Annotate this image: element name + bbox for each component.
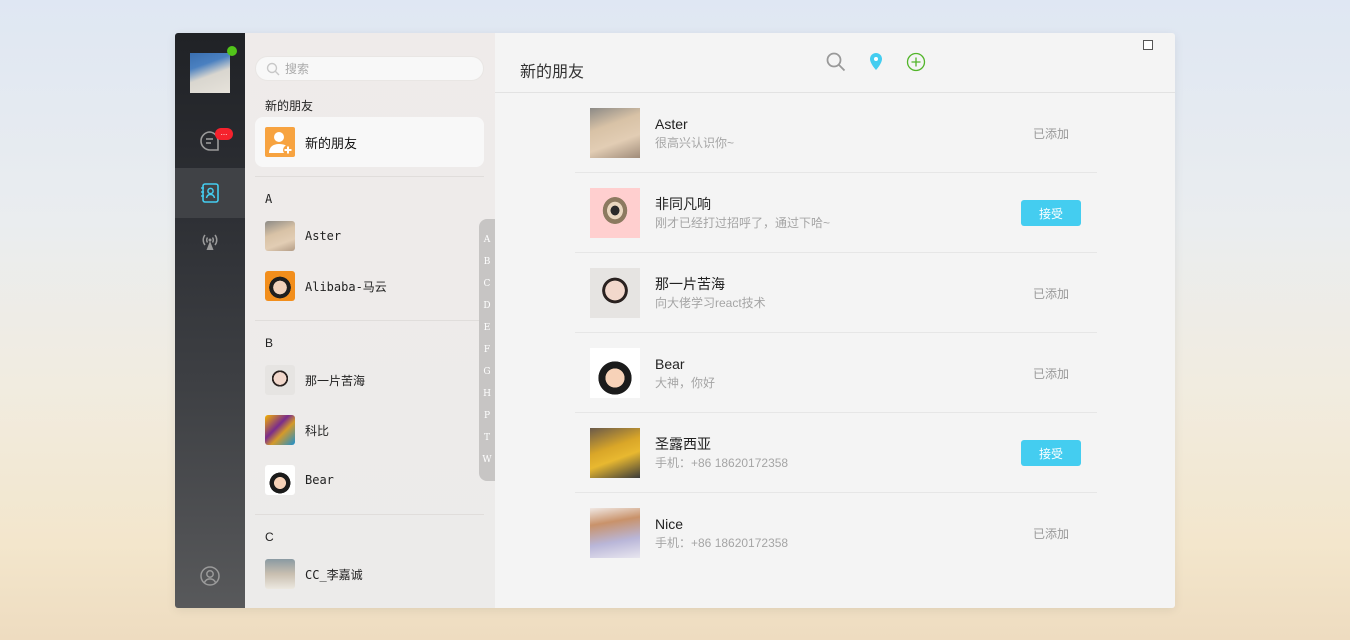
nav-item-profile[interactable] — [175, 551, 245, 601]
contact-name: Bear — [305, 473, 334, 487]
request-message: 向大佬学习react技术 — [655, 296, 766, 310]
search-icon — [826, 52, 846, 72]
index-letter[interactable]: D — [483, 299, 490, 321]
search-box[interactable] — [255, 56, 484, 81]
request-name: Nice — [655, 516, 684, 532]
added-status: 已添加 — [1032, 287, 1069, 301]
friend-request-row: Aster 很高兴认识你~ 已添加 — [575, 93, 1097, 173]
contact-name: 那一片苦海 — [305, 373, 366, 388]
online-status-dot — [227, 46, 237, 56]
friend-request-row: 非同凡响 刚才已经打过招呼了，通过下哈~ 接受 — [575, 173, 1097, 253]
contact-name: Alibaba-马云 — [305, 279, 387, 294]
request-name: Aster — [655, 116, 688, 132]
index-letter[interactable]: T — [484, 431, 490, 453]
request-message: 大神，你好 — [655, 376, 716, 390]
request-avatar — [590, 428, 640, 478]
index-letter[interactable]: W — [482, 453, 491, 475]
friend-request-row: 那一片苦海 向大佬学习react技术 已添加 — [575, 253, 1097, 333]
friend-request-row: Bear 大神，你好 已添加 — [575, 333, 1097, 413]
new-friends-item[interactable]: 新的朋友 — [255, 117, 484, 167]
friend-request-row: Nice 手机：+86 18620172358 已添加 — [575, 493, 1097, 573]
index-letter[interactable]: P — [484, 409, 490, 431]
contact-item[interactable]: Alibaba-马云 — [265, 271, 387, 301]
added-status: 已添加 — [1032, 527, 1069, 541]
address-book-icon — [201, 183, 219, 203]
contact-avatar — [265, 271, 295, 301]
add-circle-icon — [906, 52, 926, 72]
add-button[interactable] — [905, 51, 927, 73]
contact-avatar — [265, 465, 295, 495]
contact-item[interactable]: Aster — [265, 221, 341, 251]
contact-name: CC_李嘉诚 — [305, 567, 363, 582]
request-avatar — [590, 508, 640, 558]
user-circle-icon — [200, 566, 220, 586]
contacts-panel: 新的朋友 新的朋友 A Aster Alibaba-马云 — [245, 33, 495, 608]
added-status: 已添加 — [1032, 127, 1069, 141]
contact-avatar — [265, 559, 295, 589]
request-avatar — [590, 268, 640, 318]
index-letter[interactable]: F — [484, 343, 490, 365]
divider — [255, 514, 484, 515]
group-letter-a: A — [265, 192, 273, 206]
index-letter[interactable]: C — [484, 277, 491, 299]
contact-name: Aster — [305, 229, 342, 243]
contact-avatar — [265, 365, 295, 395]
divider — [255, 176, 484, 177]
maximize-button[interactable] — [1143, 40, 1153, 50]
my-avatar[interactable] — [190, 53, 230, 93]
add-user-icon — [265, 127, 295, 157]
contact-name: 科比 — [305, 423, 330, 438]
request-message: 很高兴认识你~ — [655, 136, 735, 150]
index-letter[interactable]: E — [484, 321, 491, 343]
search-button[interactable] — [825, 51, 847, 73]
group-letter-c: C — [265, 530, 274, 544]
divider — [255, 320, 484, 321]
contact-item[interactable]: CC_李嘉诚 — [265, 559, 363, 589]
page-title: 新的朋友 — [520, 64, 585, 81]
friend-request-row: 圣露西亚 手机：+86 18620172358 接受 — [575, 413, 1097, 493]
request-avatar — [590, 348, 640, 398]
search-icon — [266, 62, 280, 75]
contact-item[interactable]: Bear — [265, 465, 334, 495]
nav-sidebar: ... — [175, 33, 245, 608]
main-header: 新的朋友 — [495, 33, 1175, 93]
group-letter-b: B — [265, 336, 274, 350]
added-status: 已添加 — [1032, 367, 1069, 381]
index-letter[interactable]: B — [484, 255, 491, 277]
friend-request-list: Aster 很高兴认识你~ 已添加 非同凡响 刚才已经打过招呼了，通过下哈~ 接… — [575, 93, 1097, 573]
search-input[interactable] — [285, 61, 465, 76]
location-button[interactable] — [865, 51, 887, 73]
alphabet-index[interactable]: A B C D E F G H P T W — [479, 219, 495, 481]
request-name: 圣露西亚 — [655, 436, 711, 452]
contact-avatar — [265, 221, 295, 251]
accept-button[interactable]: 接受 — [1021, 200, 1081, 226]
broadcast-icon — [202, 234, 218, 250]
nav-item-contacts[interactable] — [175, 168, 245, 218]
accept-button[interactable]: 接受 — [1021, 440, 1081, 466]
request-message: 手机：+86 18620172358 — [655, 456, 789, 470]
index-letter[interactable]: G — [483, 365, 490, 387]
contact-item[interactable]: 科比 — [265, 415, 329, 445]
request-avatar — [590, 108, 640, 158]
contact-item[interactable]: 那一片苦海 — [265, 365, 365, 395]
index-letter[interactable]: A — [484, 233, 491, 255]
location-pin-icon — [870, 53, 882, 70]
nav-item-chat[interactable] — [175, 116, 245, 166]
request-name: 那一片苦海 — [655, 276, 725, 292]
request-name: 非同凡响 — [655, 196, 711, 212]
app-window: ... 搜索 新的朋友 新的朋友 A Aster Alibaba-马云 B 那一… — [175, 33, 1175, 608]
new-friends-section-title: 新的朋友 — [265, 99, 314, 113]
new-friends-label: 新的朋友 — [305, 135, 358, 151]
main-panel: 新的朋友 Aster 很高兴认识你~ 已添加 非同凡响 刚才已经打过招呼了，通过… — [495, 33, 1175, 608]
request-message: 手机：+86 18620172358 — [655, 536, 789, 550]
nav-item-moments[interactable] — [175, 216, 245, 266]
index-letter[interactable]: H — [483, 387, 491, 409]
unread-badge: ... — [215, 128, 233, 140]
request-message: 刚才已经打过招呼了，通过下哈~ — [655, 216, 831, 230]
contact-avatar — [265, 415, 295, 445]
request-name: Bear — [655, 356, 685, 372]
request-avatar — [590, 188, 640, 238]
